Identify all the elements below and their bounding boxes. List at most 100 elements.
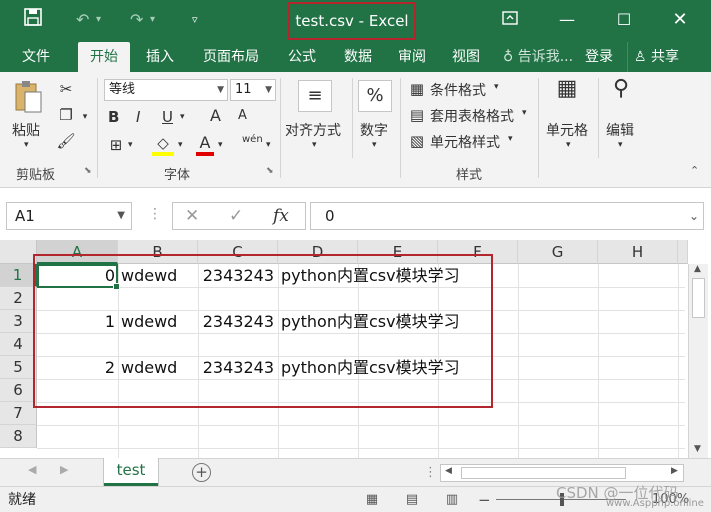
align-icon[interactable]: ≡ xyxy=(298,80,332,112)
add-sheet-button[interactable]: + xyxy=(192,463,211,482)
sheet-tab-test[interactable]: test xyxy=(104,458,158,486)
scroll-left-icon[interactable]: ◀ xyxy=(445,466,452,476)
tab-review[interactable]: 审阅 xyxy=(390,42,434,72)
clipboard-launcher-icon[interactable]: ⬊ xyxy=(84,166,92,176)
tab-page-layout[interactable]: 页面布局 xyxy=(196,42,266,72)
tab-home[interactable]: 开始 xyxy=(78,42,130,72)
border-icon[interactable]: ⊞ xyxy=(106,136,126,154)
tell-me-search[interactable]: ♁ 告诉我... xyxy=(503,42,573,72)
italic-button[interactable]: I xyxy=(136,108,140,126)
font-launcher-icon[interactable]: ⬊ xyxy=(266,166,274,176)
horizontal-scrollbar[interactable]: ◀ ▶ xyxy=(440,464,684,482)
close-icon[interactable]: ✕ xyxy=(660,8,700,32)
alignment-button-label[interactable]: 对齐方式 xyxy=(285,120,341,140)
vertical-scrollbar[interactable]: ▲ ▼ xyxy=(688,264,708,458)
bold-button[interactable]: B xyxy=(108,108,119,126)
normal-view-icon[interactable]: ▦ xyxy=(362,491,382,509)
scroll-right-icon[interactable]: ▶ xyxy=(671,466,678,476)
paste-icon[interactable] xyxy=(12,80,44,114)
login-button[interactable]: 登录 xyxy=(585,42,613,72)
paste-button-label[interactable]: 粘贴 xyxy=(12,120,40,140)
percent-icon[interactable]: % xyxy=(358,80,392,112)
fill-color-dropdown-icon[interactable]: ▾ xyxy=(178,140,183,150)
row-header-1[interactable]: 1 xyxy=(0,264,37,287)
row-header-3[interactable]: 3 xyxy=(0,310,37,333)
column-header-h[interactable]: H xyxy=(598,240,678,264)
font-color-dropdown-icon[interactable]: ▾ xyxy=(218,140,223,150)
number-dropdown-icon[interactable]: ▾ xyxy=(372,140,377,150)
sheet-next-icon[interactable]: ▶ xyxy=(60,463,68,476)
maximize-icon[interactable]: ☐ xyxy=(604,8,644,32)
cell-styles-dropdown-icon[interactable]: ▾ xyxy=(508,134,513,144)
select-all-corner[interactable] xyxy=(0,240,37,264)
undo-dropdown-icon[interactable]: ▾ xyxy=(96,8,101,32)
conditional-format-icon: ▦ xyxy=(409,80,425,98)
name-box[interactable]: A1 ▼ xyxy=(6,202,132,230)
page-layout-view-icon[interactable]: ▤ xyxy=(402,491,422,509)
conditional-format-dropdown-icon[interactable]: ▾ xyxy=(494,82,499,92)
font-size-select[interactable]: 11 ▼ xyxy=(230,79,276,101)
fill-color-icon[interactable]: ◇ xyxy=(152,134,174,156)
format-painter-icon[interactable]: 🖌 xyxy=(56,132,76,150)
phonetic-guide-button[interactable]: wén xyxy=(242,134,263,145)
underline-button[interactable]: U xyxy=(162,108,173,126)
alignment-dropdown-icon[interactable]: ▾ xyxy=(312,140,317,150)
format-as-table-button[interactable]: 套用表格格式 xyxy=(430,106,514,126)
copy-dropdown-icon[interactable]: ▾ xyxy=(80,108,90,126)
format-table-dropdown-icon[interactable]: ▾ xyxy=(522,108,527,118)
formula-input[interactable]: 0 ⌄ xyxy=(310,202,704,230)
increase-font-button[interactable]: A xyxy=(210,106,221,125)
row-header-4[interactable]: 4 xyxy=(0,333,37,356)
share-button[interactable]: ♙ 共享 xyxy=(627,42,679,72)
row-header-8[interactable]: 8 xyxy=(0,425,37,448)
cells-button-label[interactable]: 单元格 xyxy=(546,120,588,140)
phonetic-dropdown-icon[interactable]: ▾ xyxy=(266,140,271,150)
search-icon[interactable]: ⚲ xyxy=(606,78,636,110)
copy-icon[interactable]: ❐ xyxy=(56,106,76,124)
tab-file[interactable]: 文件 xyxy=(10,42,62,72)
enter-icon[interactable]: ✓ xyxy=(229,203,243,229)
vertical-scroll-thumb[interactable] xyxy=(692,278,705,318)
row-header-2[interactable]: 2 xyxy=(0,287,37,310)
border-dropdown-icon[interactable]: ▾ xyxy=(128,140,133,150)
row-header-5[interactable]: 5 xyxy=(0,356,37,379)
insert-function-icon[interactable]: fx xyxy=(273,203,289,229)
number-button-label[interactable]: 数字 xyxy=(360,120,388,140)
editing-button-label[interactable]: 编辑 xyxy=(606,120,634,140)
decrease-font-button[interactable]: A xyxy=(238,108,247,123)
customize-toolbar-icon[interactable]: ▿ xyxy=(192,8,198,32)
cells-dropdown-icon[interactable]: ▾ xyxy=(566,140,571,150)
scroll-up-icon[interactable]: ▲ xyxy=(694,264,701,274)
tab-data[interactable]: 数据 xyxy=(336,42,380,72)
tab-formulas[interactable]: 公式 xyxy=(280,42,324,72)
cut-icon[interactable]: ✂ xyxy=(56,80,76,98)
undo-icon[interactable]: ↶ xyxy=(76,8,89,32)
collapse-ribbon-icon[interactable]: ⌃ xyxy=(690,164,699,177)
zoom-out-button[interactable]: − xyxy=(478,487,491,512)
redo-dropdown-icon[interactable]: ▾ xyxy=(150,8,155,32)
row-header-6[interactable]: 6 xyxy=(0,379,37,402)
expand-formula-icon[interactable]: ⌄ xyxy=(689,203,699,229)
redo-icon[interactable]: ↷ xyxy=(130,8,143,32)
scroll-down-icon[interactable]: ▼ xyxy=(694,444,701,454)
font-color-button[interactable]: A xyxy=(196,134,214,156)
editing-dropdown-icon[interactable]: ▾ xyxy=(618,140,623,150)
ribbon-display-icon[interactable] xyxy=(490,8,530,32)
tab-view[interactable]: 视图 xyxy=(444,42,488,72)
tab-insert[interactable]: 插入 xyxy=(138,42,182,72)
cells-icon[interactable]: ▦ xyxy=(552,78,582,110)
row-header-7[interactable]: 7 xyxy=(0,402,37,425)
cell-styles-button[interactable]: 单元格样式 xyxy=(430,132,500,152)
save-icon[interactable] xyxy=(24,8,42,33)
horizontal-scroll-thumb[interactable] xyxy=(461,467,626,479)
column-header-g[interactable]: G xyxy=(518,240,598,264)
font-name-select[interactable]: 等线 ▼ xyxy=(104,79,228,101)
formula-buttons: ✕ ✓ fx xyxy=(172,202,306,230)
sheet-prev-icon[interactable]: ◀ xyxy=(28,463,36,476)
conditional-format-button[interactable]: 条件格式 xyxy=(430,80,486,100)
minimize-icon[interactable]: — xyxy=(547,8,587,32)
cancel-icon[interactable]: ✕ xyxy=(185,203,199,229)
page-break-view-icon[interactable]: ▥ xyxy=(442,491,462,509)
underline-dropdown-icon[interactable]: ▾ xyxy=(180,112,185,122)
paste-dropdown-icon[interactable]: ▾ xyxy=(24,140,29,150)
